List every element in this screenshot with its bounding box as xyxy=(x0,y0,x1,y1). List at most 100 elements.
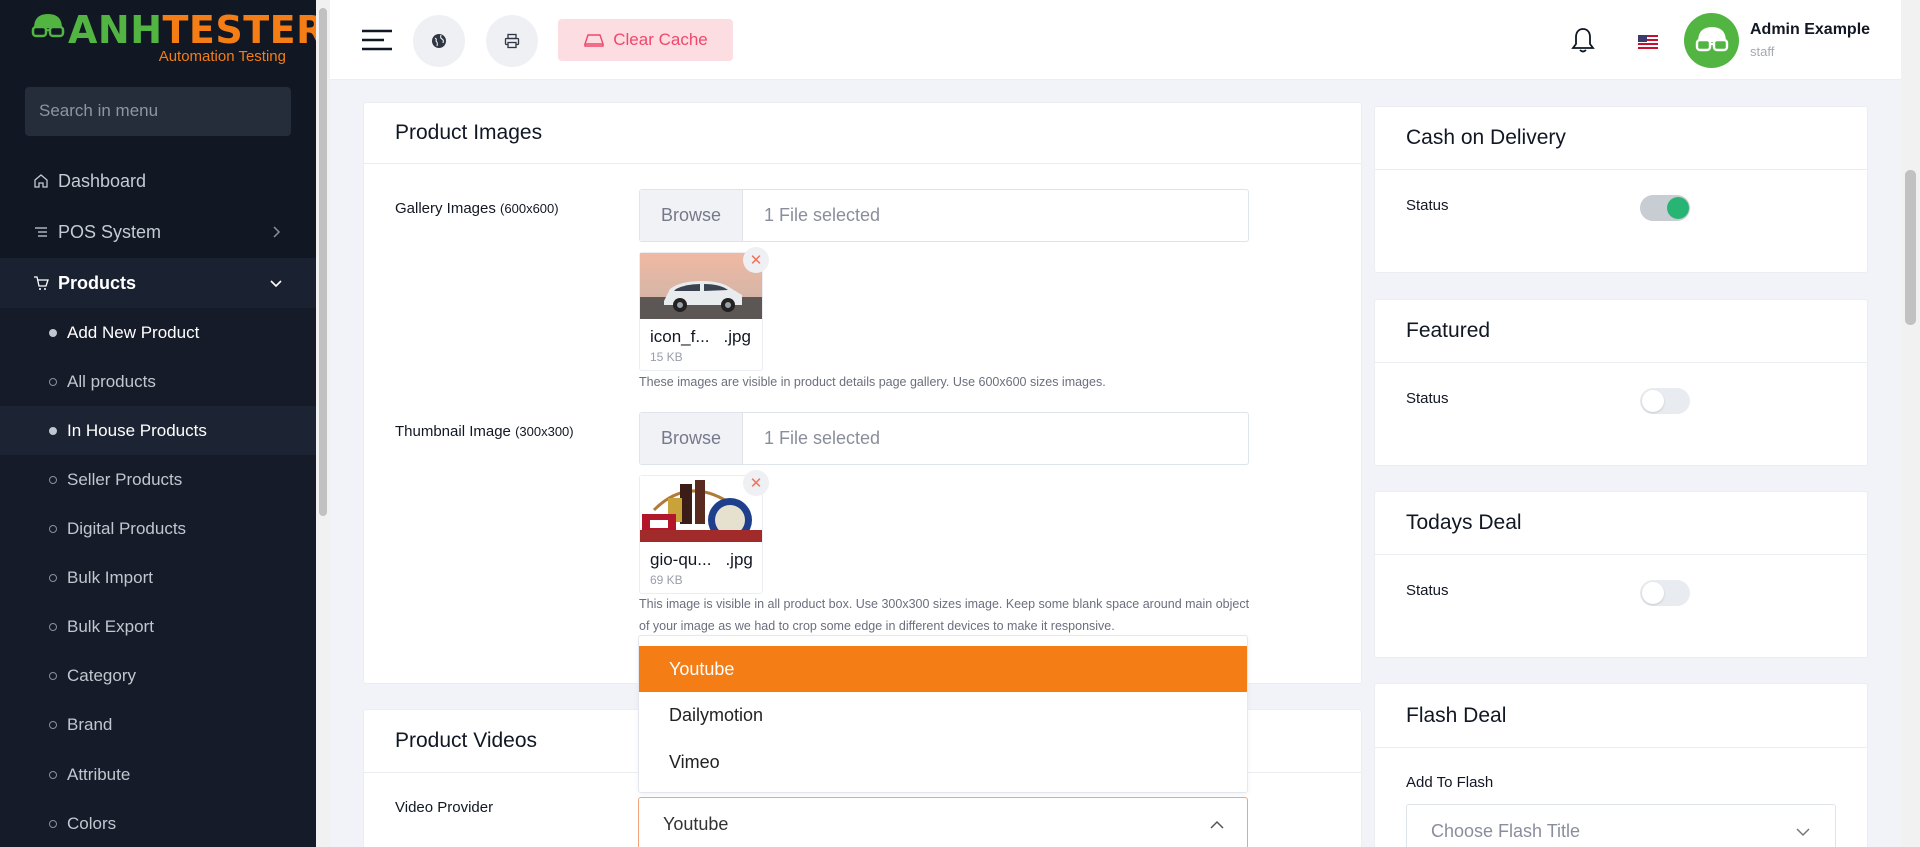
submenu-item-add-new-product[interactable]: Add New Product xyxy=(0,308,316,357)
glasses-logo-icon xyxy=(31,14,65,38)
bullet-icon xyxy=(49,426,57,435)
toggle-knob xyxy=(1642,582,1664,604)
cod-title: Cash on Delivery xyxy=(1406,126,1566,149)
avatar[interactable] xyxy=(1684,13,1739,68)
todays-deal-status-toggle[interactable] xyxy=(1640,580,1690,606)
clear-cache-label: Clear Cache xyxy=(613,30,708,49)
sidebar-item-label: POS System xyxy=(58,221,162,242)
todays-deal-card: Todays Deal Status xyxy=(1374,491,1868,658)
submenu-item-seller-products[interactable]: Seller Products xyxy=(0,455,316,504)
video-provider-select[interactable]: Youtube xyxy=(638,797,1248,847)
product-images-title: Product Images xyxy=(395,121,543,144)
submenu-item-attribute[interactable]: Attribute xyxy=(0,750,316,799)
thumbnail-image-preview: gio-qu... .jpg 69 KB ✕ xyxy=(639,470,769,594)
todays-deal-title: Todays Deal xyxy=(1406,511,1522,534)
submenu-item-colors[interactable]: Colors xyxy=(0,799,316,847)
submenu-label: Add New Product xyxy=(67,322,200,342)
page-scrollbar[interactable] xyxy=(1901,0,1920,847)
submenu-item-category[interactable]: Category xyxy=(0,651,316,700)
us-flag-icon[interactable] xyxy=(1638,35,1658,49)
submenu-item-digital-products[interactable]: Digital Products xyxy=(0,504,316,553)
submenu-item-brand[interactable]: Brand xyxy=(0,700,316,749)
submenu-item-in-house-products[interactable]: In House Products xyxy=(0,406,316,455)
thumbnail-browse-button[interactable]: Browse xyxy=(640,413,743,464)
user-role: staff xyxy=(1750,44,1775,59)
products-submenu: Add New Product All products In House Pr… xyxy=(0,308,316,847)
dropdown-option-youtube[interactable]: Youtube xyxy=(639,646,1247,692)
submenu-label: Bulk Import xyxy=(67,567,153,587)
logo-tagline: Automation Testing xyxy=(158,48,286,65)
dropdown-option-vimeo[interactable]: Vimeo xyxy=(639,739,1247,785)
bullet-icon xyxy=(49,720,57,729)
card-divider xyxy=(364,163,1361,164)
gallery-file-input[interactable]: Browse 1 File selected xyxy=(639,189,1249,242)
submenu-item-all-products[interactable]: All products xyxy=(0,357,316,406)
list-icon xyxy=(32,223,50,241)
chevron-down-icon xyxy=(1796,828,1810,837)
topbar: Clear Cache Admin Example staff xyxy=(330,0,1901,80)
card-divider xyxy=(1375,362,1867,363)
brand-logo[interactable]: ANHTESTER Automation Testing xyxy=(30,8,325,68)
chevron-right-icon xyxy=(273,226,281,238)
flash-deal-title: Flash Deal xyxy=(1406,704,1507,727)
dropdown-option-dailymotion[interactable]: Dailymotion xyxy=(639,692,1247,738)
flash-title-select[interactable]: Choose Flash Title xyxy=(1406,804,1836,847)
globe-icon xyxy=(432,34,446,48)
bullet-icon xyxy=(49,328,57,337)
gallery-file-name: icon_f... .jpg xyxy=(650,327,751,346)
close-icon: ✕ xyxy=(749,252,763,269)
bullet-icon xyxy=(49,573,57,582)
thumbnail-image-label: Thumbnail Image (300x300) xyxy=(395,423,574,440)
cod-status-toggle[interactable] xyxy=(1640,195,1690,221)
gallery-browse-button[interactable]: Browse xyxy=(640,190,743,241)
remove-thumbnail-image-button[interactable]: ✕ xyxy=(743,470,769,496)
gallery-selected-text: 1 File selected xyxy=(764,205,881,225)
thumbnail-file-input[interactable]: Browse 1 File selected xyxy=(639,412,1249,465)
submenu-label: Seller Products xyxy=(67,469,183,489)
submenu-label: Category xyxy=(67,665,136,685)
print-button[interactable] xyxy=(486,15,538,67)
card-divider xyxy=(1375,554,1867,555)
user-name[interactable]: Admin Example xyxy=(1750,21,1870,39)
sidebar-item-products[interactable]: Products xyxy=(0,258,316,308)
sidebar-search-input[interactable]: Search in menu xyxy=(25,87,291,136)
home-icon xyxy=(32,172,50,190)
thumbnail-help-text: This image is visible in all product box… xyxy=(639,597,1250,633)
sidebar-scrollbar-thumb[interactable] xyxy=(319,8,327,516)
submenu-label: Digital Products xyxy=(67,518,187,538)
bullet-icon xyxy=(49,770,57,779)
video-provider-label: Video Provider xyxy=(395,799,494,816)
bullet-icon xyxy=(49,377,57,386)
submenu-label: Brand xyxy=(67,714,113,734)
globe-button[interactable] xyxy=(413,15,465,67)
thumbnail-file-size: 69 KB xyxy=(650,573,683,587)
submenu-label: Colors xyxy=(67,813,117,833)
submenu-label: Attribute xyxy=(67,764,131,784)
featured-title: Featured xyxy=(1406,319,1491,342)
close-icon: ✕ xyxy=(749,475,763,492)
flash-title-placeholder: Choose Flash Title xyxy=(1431,821,1581,841)
clear-cache-button[interactable]: Clear Cache xyxy=(558,19,733,61)
hamburger-menu-icon[interactable] xyxy=(362,28,392,52)
printer-icon xyxy=(504,33,520,49)
product-images-card: Product Images Gallery Images (600x600) … xyxy=(363,102,1362,684)
submenu-item-bulk-import[interactable]: Bulk Import xyxy=(0,553,316,602)
submenu-label: Bulk Export xyxy=(67,616,154,636)
remove-gallery-image-button[interactable]: ✕ xyxy=(743,247,769,273)
featured-status-toggle[interactable] xyxy=(1640,388,1690,414)
sidebar-scrollbar[interactable] xyxy=(316,0,330,847)
page-scrollbar-thumb[interactable] xyxy=(1905,170,1916,325)
submenu-item-bulk-export[interactable]: Bulk Export xyxy=(0,602,316,651)
cart-icon xyxy=(32,274,50,292)
product-videos-title: Product Videos xyxy=(395,729,538,752)
featured-card: Featured Status xyxy=(1374,299,1868,466)
sidebar-item-dashboard[interactable]: Dashboard xyxy=(0,156,316,206)
chevron-down-icon xyxy=(270,280,282,288)
notification-bell-icon[interactable] xyxy=(1570,26,1596,54)
sidebar-item-pos-system[interactable]: POS System xyxy=(0,207,316,257)
featured-status-label: Status xyxy=(1406,390,1449,407)
sidebar-item-label: Dashboard xyxy=(58,170,147,191)
thumbnail-selected-text: 1 File selected xyxy=(764,428,881,448)
todays-deal-status-label: Status xyxy=(1406,582,1449,599)
chevron-up-icon xyxy=(1210,820,1224,829)
